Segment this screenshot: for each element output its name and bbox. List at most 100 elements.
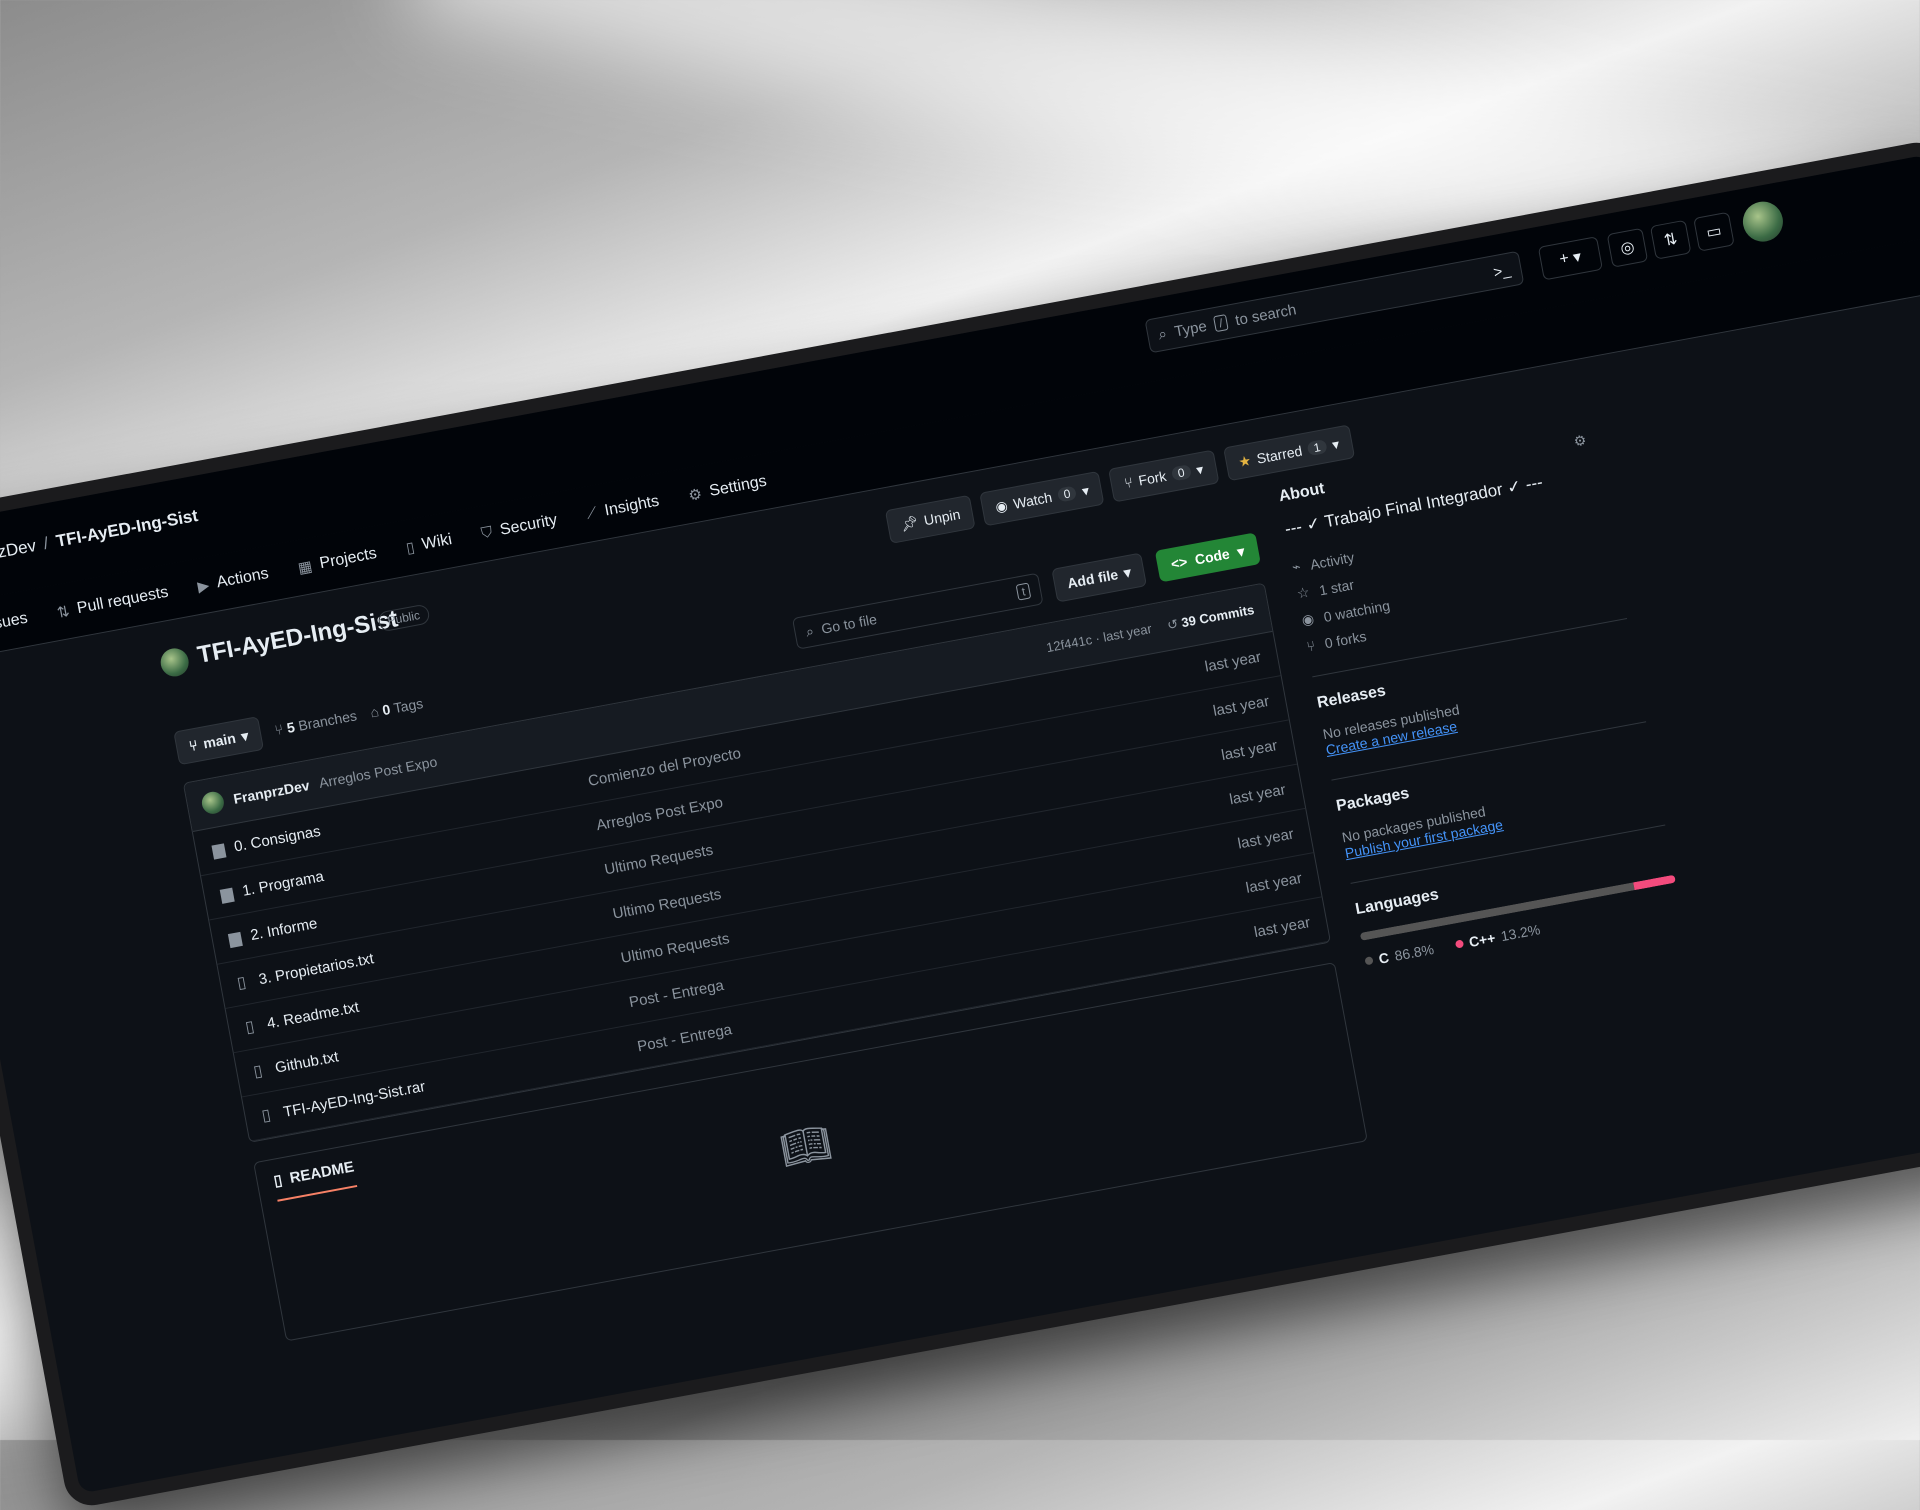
tab-label: Actions	[215, 564, 270, 591]
commit-author[interactable]: FranprzDev	[232, 777, 311, 807]
caret-down-icon: ▾	[1571, 248, 1583, 267]
watching-label: 0 watching	[1322, 596, 1392, 625]
search-prefix: Type	[1172, 317, 1209, 341]
book-icon: 📖︎	[776, 1120, 835, 1173]
breadcrumb-owner-link[interactable]: FranprzDev	[0, 536, 38, 571]
forks-label: 0 forks	[1323, 627, 1368, 652]
code-icon: <>	[1169, 553, 1189, 573]
caret-down-icon: ▾	[1122, 563, 1133, 581]
tab-label: Insights	[603, 492, 661, 519]
branch-name: main	[201, 729, 237, 752]
search-icon: ⌕	[1156, 324, 1169, 344]
pin-icon: 📌︎	[899, 513, 920, 533]
watch-count: 0	[1056, 485, 1078, 503]
unpin-button[interactable]: 📌︎ Unpin	[884, 494, 976, 544]
fork-button[interactable]: ⑂ Fork 0 ▾	[1108, 449, 1220, 503]
language-cpp[interactable]: C++ 13.2%	[1454, 921, 1542, 952]
tags-label: Tags	[392, 695, 425, 717]
activity-label: Activity	[1308, 548, 1356, 573]
language-dot	[1364, 956, 1374, 966]
tab-security[interactable]: ⛉ Security	[480, 511, 559, 543]
tab-issues[interactable]: ◉Issues	[0, 609, 29, 639]
tab-label: Settings	[707, 472, 768, 500]
file-date: last year	[1228, 780, 1287, 808]
watch-button[interactable]: ◉ Watch 0 ▾	[979, 470, 1105, 527]
tags-count: 0	[381, 701, 392, 719]
plus-icon: +	[1558, 249, 1571, 269]
graph-icon: ⟋	[585, 504, 599, 523]
laptop-screen: FranprzDev / TFI-AyED-Ing-Sist ⌕ Type / to…	[0, 138, 1920, 1510]
fork-icon: ⑂	[1122, 473, 1135, 492]
caret-down-icon: ▾	[1080, 481, 1091, 499]
create-new-button[interactable]: + ▾	[1537, 236, 1603, 281]
add-file-button[interactable]: Add file ▾	[1051, 552, 1147, 603]
repo-title[interactable]: TFI-AyED-Ing-Sist	[195, 605, 400, 670]
tab-insights[interactable]: ⟋ Insights	[585, 492, 661, 523]
projects-icon: ▦	[296, 557, 314, 577]
search-icon: ⌕	[804, 622, 815, 640]
branches-link[interactable]: ⑂ 5 Branches	[273, 707, 358, 738]
tab-projects[interactable]: ▦ Projects	[296, 544, 378, 576]
caret-down-icon: ▾	[1194, 460, 1205, 478]
tab-wiki[interactable]: ▯ Wiki	[404, 531, 454, 557]
inbox-icon[interactable]: ▭	[1693, 211, 1735, 252]
star-label: Starred	[1255, 442, 1304, 467]
caret-down-icon: ▾	[239, 726, 250, 744]
branches-count: 5	[285, 718, 297, 736]
pull-requests-icon[interactable]: ⇅	[1649, 219, 1692, 260]
caret-down-icon: ▾	[1330, 435, 1341, 453]
tab-pull-requests[interactable]: ⇅ Pull requests	[55, 583, 169, 621]
code-label: Code	[1193, 545, 1231, 568]
tab-label: Issues	[0, 609, 29, 635]
breadcrumb-repo-link[interactable]: TFI-AyED-Ing-Sist	[54, 506, 199, 551]
commit-author-avatar	[200, 789, 226, 816]
issues-icon[interactable]: ◎	[1606, 227, 1649, 268]
commit-hash[interactable]: 12f441c · last year	[1045, 621, 1153, 656]
tab-settings[interactable]: ⚙ Settings	[687, 472, 768, 504]
file-date: last year	[1203, 648, 1263, 676]
file-date: last year	[1211, 692, 1271, 720]
about-sidebar: ⚙ About --- ✓ Trabajo Final Integrador ✓…	[1277, 430, 1682, 970]
command-palette-icon[interactable]: >_	[1492, 261, 1512, 281]
book-icon: ▯	[272, 1171, 284, 1190]
language-percent: 13.2%	[1499, 921, 1542, 945]
branch-icon: ⑂	[187, 736, 199, 755]
search-shortcut-key: /	[1212, 313, 1229, 333]
branch-icon: ⑂	[273, 720, 285, 739]
search-suffix: to search	[1233, 300, 1298, 329]
wiki-icon: ▯	[404, 538, 416, 557]
tab-label: Pull requests	[75, 583, 170, 617]
tab-actions[interactable]: ▶ Actions	[196, 564, 270, 595]
code-button[interactable]: <> Code ▾	[1154, 532, 1261, 583]
watch-label: Watch	[1011, 488, 1054, 512]
actions-icon: ▶	[196, 576, 211, 596]
language-dot	[1454, 939, 1464, 949]
gear-icon: ⚙	[687, 485, 704, 505]
language-c[interactable]: C 86.8%	[1364, 940, 1436, 969]
add-file-label: Add file	[1065, 566, 1120, 592]
commit-message[interactable]: Arreglos Post Expo	[318, 753, 439, 791]
tag-icon: ⌂	[368, 703, 381, 721]
owner-avatar	[158, 646, 191, 679]
history-icon: ↺	[1165, 616, 1180, 633]
commits-label: Commits	[1198, 601, 1256, 627]
star-button[interactable]: ★ Starred 1 ▾	[1222, 424, 1355, 482]
readme-tab-label: README	[288, 1157, 356, 1187]
user-avatar[interactable]	[1739, 198, 1787, 245]
file-date: last year	[1252, 913, 1312, 941]
tags-link[interactable]: ⌂ 0 Tags	[369, 695, 424, 720]
eye-icon: ◉	[993, 496, 1009, 515]
caret-down-icon: ▾	[1235, 542, 1246, 560]
file-date: last year	[1244, 869, 1304, 897]
breadcrumb-separator: /	[41, 533, 51, 554]
eye-icon: ◉	[1300, 610, 1316, 629]
star-icon: ☆	[1295, 583, 1311, 602]
commits-count: 39	[1180, 612, 1198, 631]
branch-selector[interactable]: ⑂ main ▾	[173, 716, 265, 766]
readme-tab[interactable]: ▯ README	[272, 1157, 358, 1202]
language-percent: 86.8%	[1393, 940, 1436, 964]
breadcrumb: FranprzDev / TFI-AyED-Ing-Sist	[0, 506, 200, 572]
go-to-file-key: t	[1015, 582, 1032, 601]
commits-link[interactable]: ↺ 39 Commits	[1166, 602, 1256, 634]
go-to-file-placeholder: Go to file	[820, 610, 879, 637]
